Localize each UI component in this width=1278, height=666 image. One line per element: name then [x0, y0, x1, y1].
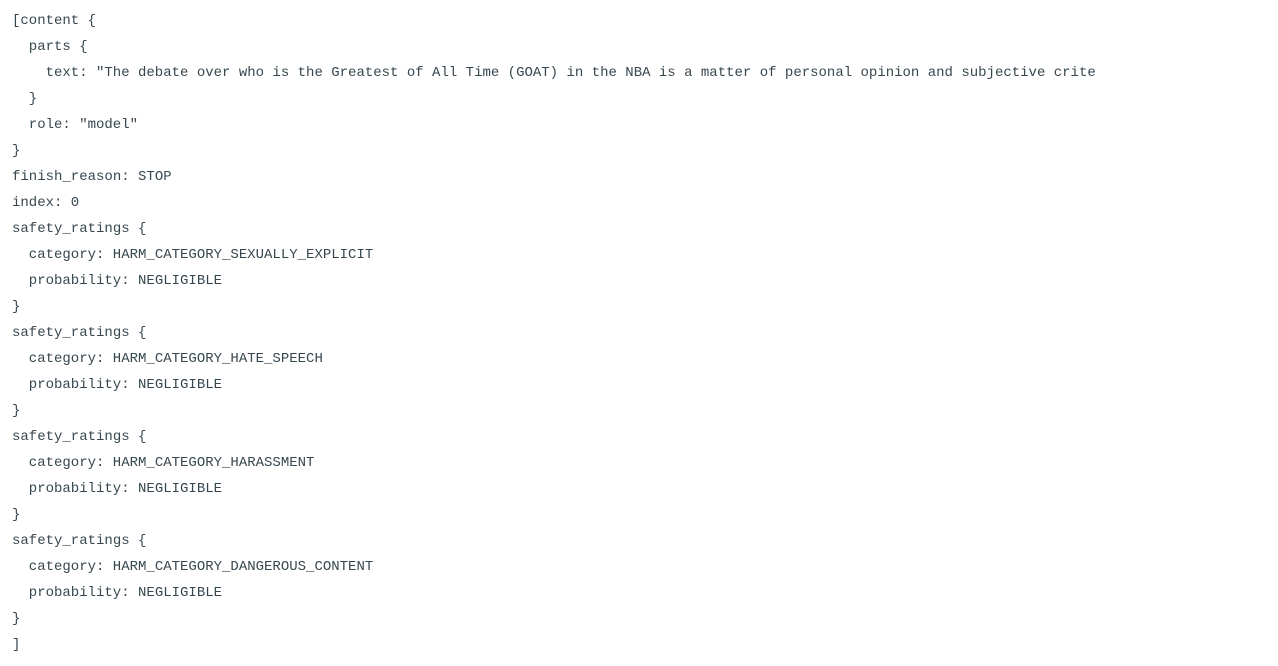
code-line: index: 0	[12, 190, 1266, 216]
code-line: probability: NEGLIGIBLE	[12, 372, 1266, 398]
code-line: }	[12, 86, 1266, 112]
code-line: safety_ratings {	[12, 216, 1266, 242]
code-line: finish_reason: STOP	[12, 164, 1266, 190]
code-line: safety_ratings {	[12, 528, 1266, 554]
code-line: [content {	[12, 8, 1266, 34]
code-line: text: "The debate over who is the Greate…	[12, 60, 1266, 86]
code-line: }	[12, 294, 1266, 320]
code-line: }	[12, 398, 1266, 424]
code-line: category: HARM_CATEGORY_HATE_SPEECH	[12, 346, 1266, 372]
code-line: parts {	[12, 34, 1266, 60]
code-line: }	[12, 138, 1266, 164]
code-line: category: HARM_CATEGORY_SEXUALLY_EXPLICI…	[12, 242, 1266, 268]
code-line: probability: NEGLIGIBLE	[12, 268, 1266, 294]
code-line: }	[12, 606, 1266, 632]
code-line: probability: NEGLIGIBLE	[12, 476, 1266, 502]
code-line: probability: NEGLIGIBLE	[12, 580, 1266, 606]
code-line: role: "model"	[12, 112, 1266, 138]
code-line: safety_ratings {	[12, 424, 1266, 450]
code-line: category: HARM_CATEGORY_DANGEROUS_CONTEN…	[12, 554, 1266, 580]
code-line: safety_ratings {	[12, 320, 1266, 346]
code-line: }	[12, 502, 1266, 528]
code-line: ]	[12, 632, 1266, 658]
code-block: [content { parts { text: "The debate ove…	[12, 8, 1266, 658]
code-line: category: HARM_CATEGORY_HARASSMENT	[12, 450, 1266, 476]
